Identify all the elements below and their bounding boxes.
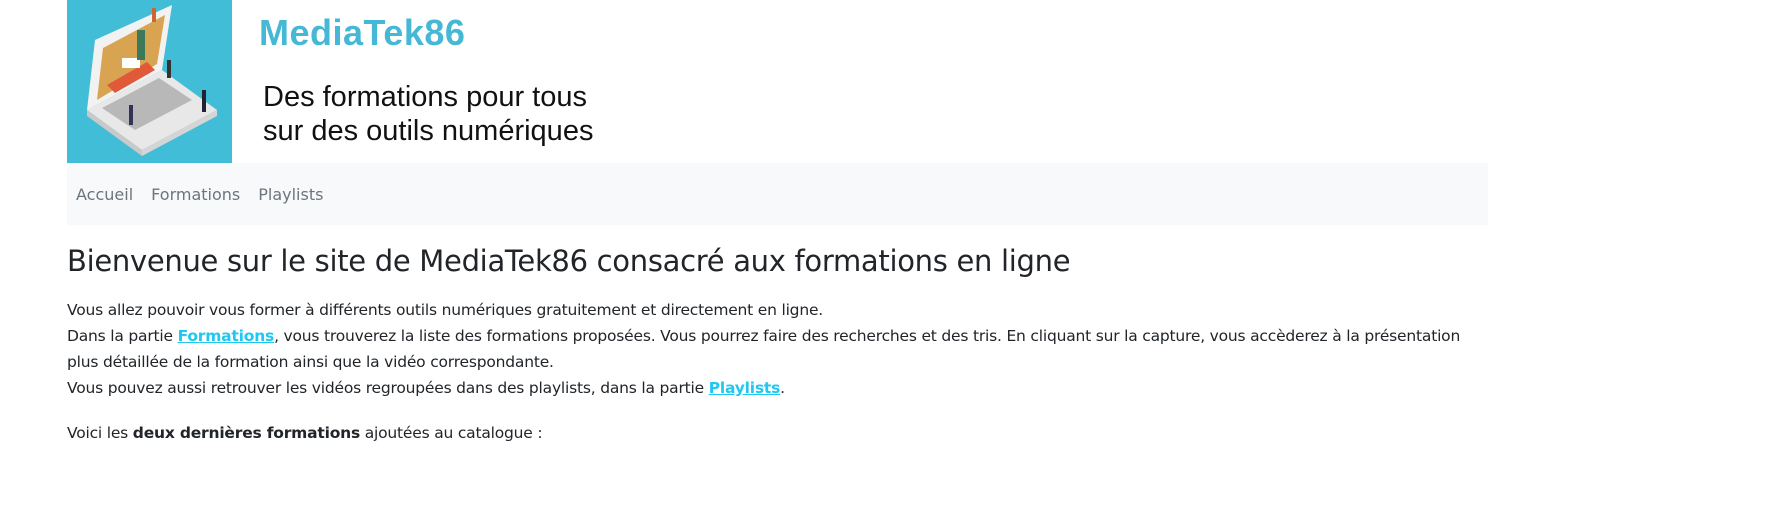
page-title: Bienvenue sur le site de MediaTek86 cons… — [67, 244, 1071, 278]
intro-line-1: Vous allez pouvoir vous former à différe… — [67, 301, 824, 319]
tagline-line-2: sur des outils numériques — [263, 115, 594, 147]
latest-formations-intro: Voici les deux dernières formations ajou… — [67, 424, 543, 442]
intro-line-2-rest: , vous trouverez la liste des formations… — [67, 327, 1461, 371]
formations-link[interactable]: Formations — [178, 327, 275, 345]
nav-link-playlists[interactable]: Playlists — [258, 185, 323, 204]
intro-line-2-text: Dans la partie — [67, 327, 178, 345]
page-container: MediaTek86 Des formations pour tous sur … — [67, 0, 1488, 442]
nav-link-formations[interactable]: Formations — [151, 185, 240, 204]
intro-line-3-text: Vous pouvez aussi retrouver les vidéos r… — [67, 379, 709, 397]
latest-text-post: ajoutées au catalogue : — [360, 424, 543, 442]
intro-paragraph: Vous allez pouvoir vous former à différe… — [67, 297, 1488, 401]
site-brand: MediaTek86 — [259, 12, 466, 53]
latest-text-bold: deux dernières formations — [132, 424, 361, 442]
site-banner: MediaTek86 Des formations pour tous sur … — [67, 0, 1488, 163]
latest-text-pre: Voici les — [67, 424, 133, 442]
intro-line-3-rest: . — [780, 379, 785, 397]
main-navbar: Accueil Formations Playlists — [67, 163, 1488, 225]
laptop-illustration-logo — [67, 0, 232, 163]
nav-link-accueil[interactable]: Accueil — [76, 185, 133, 204]
site-tagline: Des formations pour tous sur des outils … — [263, 80, 593, 148]
playlists-link[interactable]: Playlists — [709, 379, 781, 397]
tagline-line-1: Des formations pour tous — [263, 81, 587, 113]
